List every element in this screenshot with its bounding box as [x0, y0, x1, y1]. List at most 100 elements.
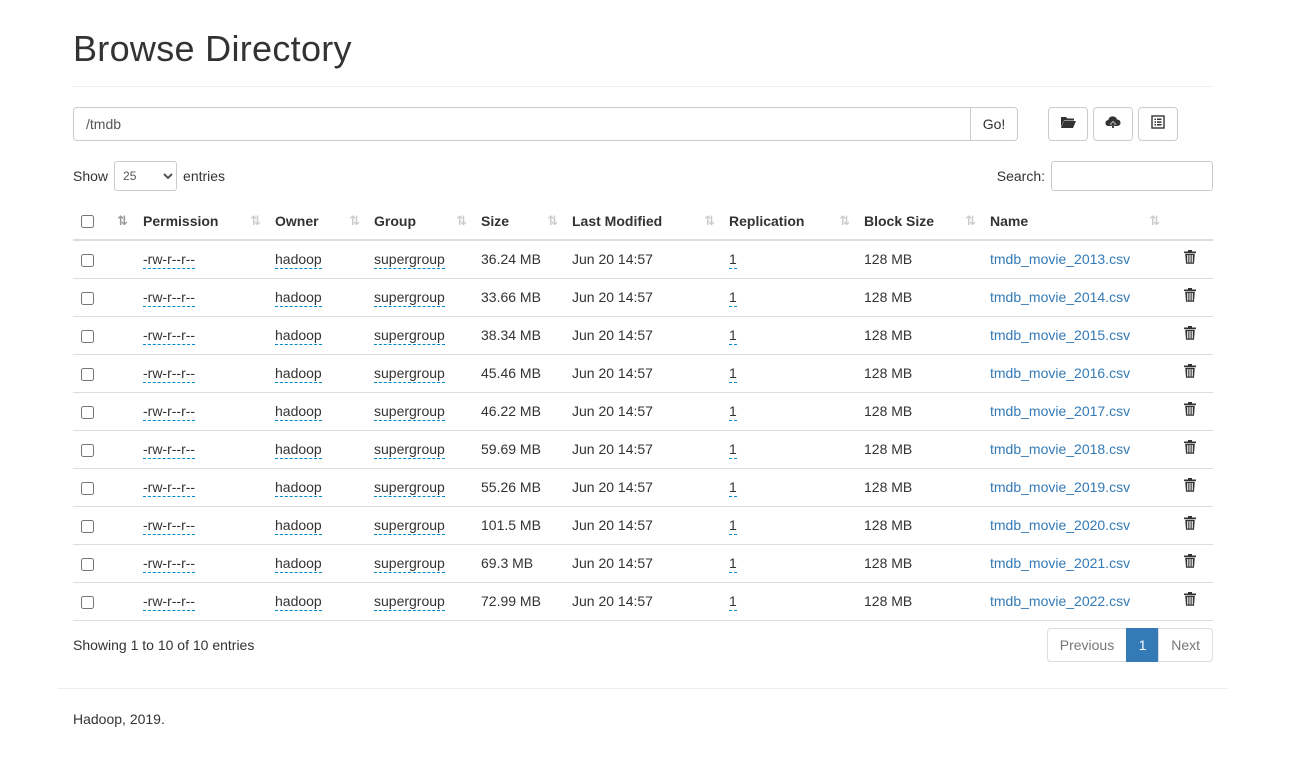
block-size: 128 MB [856, 544, 982, 583]
row-checkbox[interactable] [81, 367, 94, 381]
row-checkbox[interactable] [81, 405, 94, 419]
group-link[interactable]: supergroup [374, 555, 445, 573]
permission-link[interactable]: -rw-r--r-- [143, 365, 196, 383]
column-header-replication[interactable]: Replication ⇅ [721, 202, 856, 241]
file-size: 69.3 MB [473, 544, 564, 583]
cut-paste-button[interactable] [1138, 107, 1178, 141]
last-modified: Jun 20 14:57 [564, 278, 721, 317]
column-header-name[interactable]: Name ⇅ [982, 202, 1166, 241]
row-checkbox[interactable] [81, 291, 94, 305]
sort-icon: ⇅ [456, 213, 467, 228]
replication-link[interactable]: 1 [729, 403, 737, 421]
row-checkbox[interactable] [81, 481, 94, 495]
group-link[interactable]: supergroup [374, 517, 445, 535]
trash-icon[interactable] [1183, 478, 1196, 496]
row-checkbox[interactable] [81, 329, 94, 343]
group-link[interactable]: supergroup [374, 441, 445, 459]
last-modified: Jun 20 14:57 [564, 544, 721, 583]
owner-link[interactable]: hadoop [275, 479, 322, 497]
page-1-button[interactable]: 1 [1126, 628, 1160, 662]
replication-link[interactable]: 1 [729, 441, 737, 459]
permission-link[interactable]: -rw-r--r-- [143, 327, 196, 345]
row-checkbox[interactable] [81, 443, 94, 457]
owner-link[interactable]: hadoop [275, 365, 322, 383]
file-name-link[interactable]: tmdb_movie_2014.csv [990, 289, 1130, 305]
upload-files-button[interactable] [1093, 107, 1133, 141]
owner-link[interactable]: hadoop [275, 593, 322, 611]
replication-link[interactable]: 1 [729, 479, 737, 497]
owner-link[interactable]: hadoop [275, 289, 322, 307]
replication-link[interactable]: 1 [729, 517, 737, 535]
replication-link[interactable]: 1 [729, 365, 737, 383]
trash-icon[interactable] [1183, 592, 1196, 610]
row-checkbox[interactable] [81, 595, 94, 609]
file-name-link[interactable]: tmdb_movie_2018.csv [990, 441, 1130, 457]
replication-link[interactable]: 1 [729, 289, 737, 307]
table-info: Showing 1 to 10 of 10 entries [73, 637, 255, 653]
trash-icon[interactable] [1183, 288, 1196, 306]
permission-link[interactable]: -rw-r--r-- [143, 251, 196, 270]
entries-per-page-select[interactable]: 25 [114, 161, 178, 191]
permission-link[interactable]: -rw-r--r-- [143, 517, 196, 535]
trash-icon[interactable] [1183, 326, 1196, 344]
row-checkbox[interactable] [81, 254, 94, 268]
sort-default-header[interactable]: ⇅ [109, 202, 135, 241]
owner-link[interactable]: hadoop [275, 555, 322, 573]
replication-link[interactable]: 1 [729, 251, 737, 270]
owner-link[interactable]: hadoop [275, 441, 322, 459]
group-link[interactable]: supergroup [374, 327, 445, 345]
column-header-size[interactable]: Size ⇅ [473, 202, 564, 241]
file-name-link[interactable]: tmdb_movie_2019.csv [990, 479, 1130, 495]
trash-icon[interactable] [1183, 402, 1196, 420]
go-button[interactable]: Go! [971, 107, 1018, 141]
file-name-link[interactable]: tmdb_movie_2016.csv [990, 365, 1130, 381]
trash-icon[interactable] [1183, 250, 1196, 268]
column-header-block-size[interactable]: Block Size ⇅ [856, 202, 982, 241]
group-link[interactable]: supergroup [374, 403, 445, 421]
search-input[interactable] [1051, 161, 1213, 191]
replication-link[interactable]: 1 [729, 593, 737, 611]
last-modified: Jun 20 14:57 [564, 468, 721, 507]
sort-icon: ⇅ [965, 213, 976, 228]
permission-link[interactable]: -rw-r--r-- [143, 441, 196, 459]
group-link[interactable]: supergroup [374, 365, 445, 383]
file-name-link[interactable]: tmdb_movie_2020.csv [990, 517, 1130, 533]
group-link[interactable]: supergroup [374, 479, 445, 497]
pagination: Previous 1 Next [1046, 628, 1213, 662]
group-link[interactable]: supergroup [374, 251, 445, 270]
trash-icon[interactable] [1183, 516, 1196, 534]
replication-link[interactable]: 1 [729, 327, 737, 345]
replication-link[interactable]: 1 [729, 555, 737, 573]
column-header-permission[interactable]: Permission ⇅ [135, 202, 267, 241]
owner-link[interactable]: hadoop [275, 403, 322, 421]
column-header-group[interactable]: Group ⇅ [366, 202, 473, 241]
permission-link[interactable]: -rw-r--r-- [143, 289, 196, 307]
file-name-link[interactable]: tmdb_movie_2013.csv [990, 251, 1130, 267]
file-name-link[interactable]: tmdb_movie_2017.csv [990, 403, 1130, 419]
file-name-link[interactable]: tmdb_movie_2021.csv [990, 555, 1130, 571]
column-header-last-modified[interactable]: Last Modified ⇅ [564, 202, 721, 241]
owner-link[interactable]: hadoop [275, 251, 322, 270]
owner-link[interactable]: hadoop [275, 327, 322, 345]
file-name-link[interactable]: tmdb_movie_2022.csv [990, 593, 1130, 609]
group-link[interactable]: supergroup [374, 289, 445, 307]
previous-page-button[interactable]: Previous [1046, 628, 1128, 662]
group-link[interactable]: supergroup [374, 593, 445, 611]
permission-link[interactable]: -rw-r--r-- [143, 403, 196, 421]
file-name-link[interactable]: tmdb_movie_2015.csv [990, 327, 1130, 343]
trash-icon[interactable] [1183, 554, 1196, 572]
trash-icon[interactable] [1183, 364, 1196, 382]
create-directory-button[interactable] [1048, 107, 1088, 141]
permission-link[interactable]: -rw-r--r-- [143, 555, 196, 573]
row-checkbox[interactable] [81, 519, 94, 533]
next-page-button[interactable]: Next [1158, 628, 1213, 662]
entries-length-control: Show 25 entries [73, 161, 225, 191]
directory-path-input[interactable] [73, 107, 971, 141]
permission-link[interactable]: -rw-r--r-- [143, 479, 196, 497]
owner-link[interactable]: hadoop [275, 517, 322, 535]
permission-link[interactable]: -rw-r--r-- [143, 593, 196, 611]
row-checkbox[interactable] [81, 557, 94, 571]
column-header-owner[interactable]: Owner ⇅ [267, 202, 366, 241]
select-all-checkbox[interactable] [81, 215, 94, 229]
trash-icon[interactable] [1183, 440, 1196, 458]
